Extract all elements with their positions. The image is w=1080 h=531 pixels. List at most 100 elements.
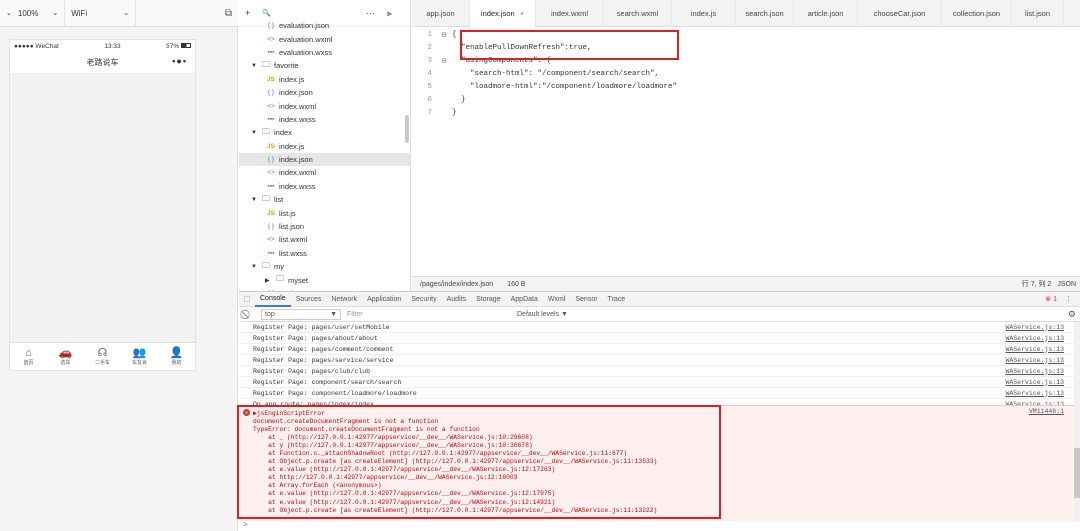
error-source-link[interactable]: VM11446:1 <box>1029 408 1064 415</box>
add-file-icon[interactable]: + <box>245 8 250 18</box>
tree-item[interactable]: { } list.json <box>239 220 410 233</box>
network-select[interactable]: WiFi ⌄ <box>65 0 137 27</box>
editor-tab[interactable]: app.json <box>412 0 470 27</box>
filter-input[interactable]: Filter <box>347 309 517 320</box>
phone-screen[interactable]: ●●●●● WeChat 13:33 57% 老路说车 •●• ⌂ 首页 🚗 选车 ☊ 二… <box>9 39 196 371</box>
tree-item[interactable]: ▪▪▪ list.wxss <box>239 247 410 260</box>
carrier-label: ●●●●● WeChat <box>14 42 59 50</box>
inspect-icon[interactable]: ⬚ <box>239 295 255 303</box>
tree-item[interactable]: { } index.json <box>239 152 410 167</box>
search-icon[interactable]: 🔍 <box>262 9 271 17</box>
code-area[interactable]: 1 ⊟{2 "enablePullDownRefresh":true, 3 ⊟ "us… <box>412 27 1080 276</box>
phone-nav-bar: 老路说车 •●• <box>10 52 195 74</box>
clear-console-icon[interactable]: ⃠ <box>239 309 255 320</box>
editor-tab[interactable]: article.json <box>794 0 858 27</box>
line-number: 7 <box>427 108 432 117</box>
log-row: Register Page: pages/club/club WAService.… <box>239 366 1080 377</box>
tree-item[interactable]: <> index.wxml <box>239 99 410 112</box>
log-levels-select[interactable]: Default levels ▼ <box>517 311 568 318</box>
devtools-tab[interactable]: Security <box>406 292 441 307</box>
tree-item[interactable]: { } evaluation.json <box>239 19 410 32</box>
collapse-icon[interactable]: ⫸ <box>387 8 392 19</box>
devtools-tab[interactable]: Sensor <box>570 292 602 307</box>
tree-item[interactable]: ▼ 🗀 my <box>239 260 410 273</box>
devtools-tab[interactable]: Wxml <box>543 292 571 307</box>
wxml-file-icon: <> <box>267 236 275 244</box>
devtools-tab[interactable]: Storage <box>471 292 506 307</box>
editor-tab-label: index.json <box>480 9 515 18</box>
group-icon: 👥 <box>132 347 147 359</box>
scrollbar-thumb[interactable] <box>1074 448 1080 498</box>
editor-tab-label: search.wxml <box>616 9 659 18</box>
tabbar-item[interactable]: 👥 车友会 <box>121 343 158 370</box>
code-line: 7} <box>412 106 1080 119</box>
tree-item[interactable]: { } index.json <box>239 86 410 99</box>
tabbar-item[interactable]: ⌂ 首页 <box>10 343 47 370</box>
language-mode[interactable]: JSON <box>1057 281 1076 288</box>
code-text: } <box>452 95 466 104</box>
close-icon[interactable]: × <box>520 9 524 18</box>
tabbar-item[interactable]: ☊ 二手车 <box>84 343 121 370</box>
log-source-link[interactable]: WAService.js:13 <box>1005 379 1064 386</box>
log-source-link[interactable]: WAService.js:13 <box>1005 324 1064 331</box>
tree-scrollbar[interactable] <box>405 115 409 143</box>
tree-item-label: list.wxss <box>279 248 307 258</box>
gear-icon[interactable]: ⚙ <box>1068 309 1076 320</box>
js-file-icon: JS <box>267 75 275 83</box>
more-icon[interactable]: •●• <box>172 56 187 66</box>
page-title: 老路说车 <box>86 58 119 67</box>
battery-indicator: 57% <box>166 43 191 50</box>
tree-item[interactable]: <> evaluation.wxml <box>239 32 410 45</box>
wxml-file-icon: <> <box>267 169 275 177</box>
editor-tab[interactable]: collection.json <box>942 0 1012 27</box>
json-file-icon: { } <box>267 89 275 97</box>
editor-tab[interactable]: list.json <box>1012 0 1064 27</box>
error-count-badge[interactable]: ⊗ 1 <box>1045 295 1057 303</box>
devtools-tab[interactable]: Sources <box>291 292 327 307</box>
tabbar-item[interactable]: 🚗 选车 <box>47 343 84 370</box>
tree-item[interactable]: ▪▪▪ index.wxss <box>239 180 410 193</box>
editor-tab[interactable]: index.wxml <box>536 0 604 27</box>
log-source-link[interactable]: WAService.js:13 <box>1005 335 1064 342</box>
editor-tab[interactable]: index.json × <box>470 0 536 27</box>
folder-icon: 🗀 <box>276 274 284 284</box>
tabbar-item[interactable]: 👤 我的 <box>158 343 195 370</box>
more-icon[interactable]: ··· <box>366 8 375 18</box>
log-source-link[interactable]: WAService.js:13 <box>1005 390 1064 397</box>
highlight-box <box>460 30 679 60</box>
tree-item[interactable]: JS index.js <box>239 73 410 86</box>
devtools-tab[interactable]: Console <box>255 292 291 307</box>
tree-item[interactable]: <> list.wxml <box>239 233 410 246</box>
line-number: 4 <box>427 69 432 78</box>
editor-tab[interactable]: chooseCar.json <box>858 0 942 27</box>
fold-icon[interactable]: ⊟ <box>436 56 452 66</box>
zoom-select[interactable]: ⌄ 100% ⌄ <box>0 0 66 27</box>
log-source-link[interactable]: WAService.js:13 <box>1005 357 1064 364</box>
log-text: Register Page: pages/user/setMobile <box>253 323 390 331</box>
editor-tab[interactable]: index.js <box>672 0 736 27</box>
editor-tab[interactable]: search.json <box>736 0 794 27</box>
menu-icon[interactable]: ⋮ <box>1065 295 1072 303</box>
devtools-tab[interactable]: Trace <box>603 292 631 307</box>
tree-item[interactable]: ▪▪▪ index.wxss <box>239 113 410 126</box>
devtools-tab[interactable]: Audits <box>442 292 471 307</box>
devtools-tab[interactable]: AppData <box>506 292 543 307</box>
devtools-tab[interactable]: Application <box>362 292 406 307</box>
tree-item[interactable]: ▼ 🗀 favorite <box>239 59 410 72</box>
tree-item[interactable]: JS list.js <box>239 206 410 219</box>
log-source-link[interactable]: WAService.js:13 <box>1005 368 1064 375</box>
tree-item[interactable]: ▼ 🗀 index <box>239 126 410 139</box>
devtools-tab[interactable]: Network <box>326 292 362 307</box>
tree-item[interactable]: JS index.js <box>239 140 410 153</box>
console-prompt[interactable]: > <box>243 520 248 529</box>
tree-item[interactable]: ▼ 🗀 list <box>239 193 410 206</box>
tree-item[interactable]: <> index.wxml <box>239 166 410 179</box>
tree-item[interactable]: ▪▪▪ evaluation.wxss <box>239 46 410 59</box>
context-select[interactable]: top ▼ <box>261 308 341 320</box>
editor-tab[interactable]: search.wxml <box>604 0 672 27</box>
log-source-link[interactable]: WAService.js:13 <box>1005 346 1064 353</box>
fold-icon[interactable]: ⊟ <box>436 30 452 40</box>
rotate-icon[interactable]: ⧉ <box>225 8 232 19</box>
tree-item[interactable]: ▶ 🗀 myset <box>239 273 410 286</box>
console-scrollbar[interactable] <box>1074 322 1080 522</box>
